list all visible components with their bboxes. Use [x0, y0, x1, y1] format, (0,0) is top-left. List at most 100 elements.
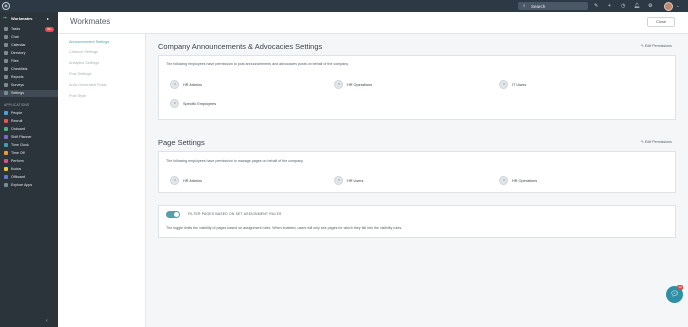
sidebar-item-files[interactable]: Files	[0, 58, 58, 65]
bell-icon[interactable]: 🔔︎	[634, 2, 640, 10]
subnav-channel-settings[interactable]: Channel Settings	[69, 50, 98, 54]
sidebar-app-explore-apps[interactable]: Explore Apps	[0, 182, 58, 189]
avatar[interactable]	[664, 1, 673, 11]
permission-group-name: HR Operations	[512, 178, 538, 183]
sidebar-app-kudos[interactable]: Kudos	[0, 166, 58, 173]
sidebar-app-shift-planner[interactable]: Shift Planner	[0, 134, 58, 141]
time-clock-icon	[4, 143, 8, 147]
subnav-analytics-settings[interactable]: Analytics Settings	[69, 61, 99, 65]
subnav-post-style[interactable]: Post Style	[69, 94, 86, 98]
kudos-icon	[4, 167, 8, 171]
sidebar-header-label: Workmates	[11, 16, 33, 21]
sidebar-app-people[interactable]: People	[0, 110, 58, 117]
sidebar-item-label: Settings	[11, 91, 24, 96]
group-avatar	[499, 80, 508, 89]
files-icon	[4, 59, 8, 63]
sidebar-item-tasks[interactable]: Tasks 99+	[0, 26, 58, 33]
explore-apps-icon	[4, 183, 8, 187]
clock-icon[interactable]: ◷	[621, 2, 625, 10]
page-settings-edit-permissions-link[interactable]: ✎ Edit Permissions	[641, 140, 672, 144]
people-icon	[4, 111, 8, 115]
sidebar-item-label: Time Clock	[11, 143, 29, 148]
subnav-announcement-settings[interactable]: Announcement Settings	[69, 40, 109, 44]
sidebar-item-settings[interactable]: Settings	[0, 90, 58, 97]
group-avatar	[334, 176, 343, 185]
offboard-icon	[4, 175, 8, 179]
edit-permissions-label: Edit Permissions	[645, 140, 672, 144]
sidebar-app-recruit[interactable]: Recruit	[0, 118, 58, 125]
group-avatar	[170, 176, 179, 185]
page-settings-card: The following employees have permission …	[158, 151, 676, 193]
sidebar-app-offboard[interactable]: Offboard	[0, 174, 58, 181]
announcements-description: The following employees have permission …	[166, 62, 349, 66]
pencil-icon[interactable]: ✎	[594, 2, 598, 10]
sidebar: ⇝ Workmates ▸ Tasks 99+ Chat Calendar Di…	[0, 12, 58, 327]
page-title: Workmates	[70, 17, 111, 26]
sidebar-item-label: Offboard	[11, 175, 25, 180]
close-button[interactable]: Close	[647, 17, 675, 27]
chat-bubble-icon: 💬︎	[670, 291, 679, 298]
shift-planner-icon	[4, 135, 8, 139]
permission-group-name: HR Admins	[183, 82, 202, 87]
sidebar-item-label: Reports	[11, 75, 24, 80]
sidebar-header[interactable]: ⇝ Workmates ▸	[0, 14, 58, 22]
top-bar: ◉ ⌕ Search ✎ + ◷ 🔔︎ ⚙ ⌄	[0, 0, 688, 12]
sidebar-item-calendar[interactable]: Calendar	[0, 42, 58, 49]
sidebar-item-label: Files	[11, 59, 19, 64]
announcements-edit-permissions-link[interactable]: ✎ Edit Permissions	[641, 44, 672, 48]
tasks-badge: 99+	[45, 27, 54, 32]
sidebar-item-label: Checklists	[11, 67, 28, 72]
sidebar-app-onboard[interactable]: Onboard	[0, 126, 58, 133]
filter-pages-toggle[interactable]	[166, 211, 180, 218]
tasks-icon	[4, 27, 8, 31]
chevron-down-icon[interactable]: ⌄	[676, 2, 679, 10]
page-settings-description: The following employees have permission …	[166, 159, 304, 163]
recruit-icon	[4, 119, 8, 123]
sidebar-app-perform[interactable]: Perform	[0, 158, 58, 165]
sidebar-item-label: Shift Planner	[11, 135, 32, 140]
chat-unread-badge: 10	[677, 285, 683, 290]
sidebar-item-label: Surveys	[11, 83, 24, 88]
permission-group-name: IT Users	[512, 82, 527, 87]
sidebar-item-label: Explore Apps	[11, 183, 33, 188]
workmates-logo-icon: ⇝	[3, 15, 7, 20]
sidebar-app-time-off[interactable]: Time Off	[0, 150, 58, 157]
sidebar-item-checklists[interactable]: Checklists	[0, 66, 58, 73]
chat-icon	[4, 35, 8, 39]
sidebar-item-label: Perform	[11, 159, 24, 164]
page-header: Workmates Close	[58, 12, 688, 34]
page-settings-section-title: Page Settings	[158, 138, 205, 147]
sidebar-item-label: Time Off	[11, 151, 25, 156]
sidebar-item-label: Onboard	[11, 127, 25, 132]
permission-group-name: HR Admins	[183, 178, 202, 183]
filter-pages-description: The toggle limits the visibility of page…	[166, 226, 403, 230]
gear-icon[interactable]: ⚙	[648, 2, 652, 10]
sidebar-item-label: Chat	[11, 35, 19, 40]
settings-subnav: Announcement Settings Channel Settings A…	[58, 34, 146, 327]
group-avatar	[170, 80, 179, 89]
sidebar-app-time-clock[interactable]: Time Clock	[0, 142, 58, 149]
main-panel: Workmates Close Announcement Settings Ch…	[58, 12, 688, 327]
sidebar-item-label: Directory	[11, 51, 26, 56]
checklists-icon	[4, 67, 8, 71]
plus-icon[interactable]: +	[608, 2, 611, 10]
edit-permissions-label: Edit Permissions	[645, 44, 672, 48]
filter-pages-label: FILTER PAGES BASED ON SET ASSIGNMENT RUL…	[188, 212, 282, 216]
directory-icon	[4, 51, 8, 55]
collapse-sidebar-icon[interactable]: ‹	[46, 318, 48, 324]
search-input[interactable]: Search	[531, 4, 545, 9]
sidebar-item-chat[interactable]: Chat	[0, 34, 58, 41]
chevron-right-icon: ▸	[47, 15, 50, 21]
logo-icon[interactable]: ◉	[2, 2, 10, 10]
filter-pages-card: FILTER PAGES BASED ON SET ASSIGNMENT RUL…	[158, 205, 676, 238]
settings-icon	[4, 91, 8, 95]
subnav-auto-generated-posts[interactable]: Auto-Generated Posts	[69, 83, 107, 87]
reports-icon	[4, 75, 8, 79]
subnav-post-settings[interactable]: Post Settings	[69, 72, 91, 76]
sidebar-item-reports[interactable]: Reports	[0, 74, 58, 81]
group-avatar	[499, 176, 508, 185]
sidebar-item-surveys[interactable]: Surveys	[0, 82, 58, 89]
sidebar-item-directory[interactable]: Directory	[0, 50, 58, 57]
sidebar-item-label: Calendar	[11, 43, 26, 48]
search-box[interactable]: ⌕ Search	[518, 2, 588, 10]
